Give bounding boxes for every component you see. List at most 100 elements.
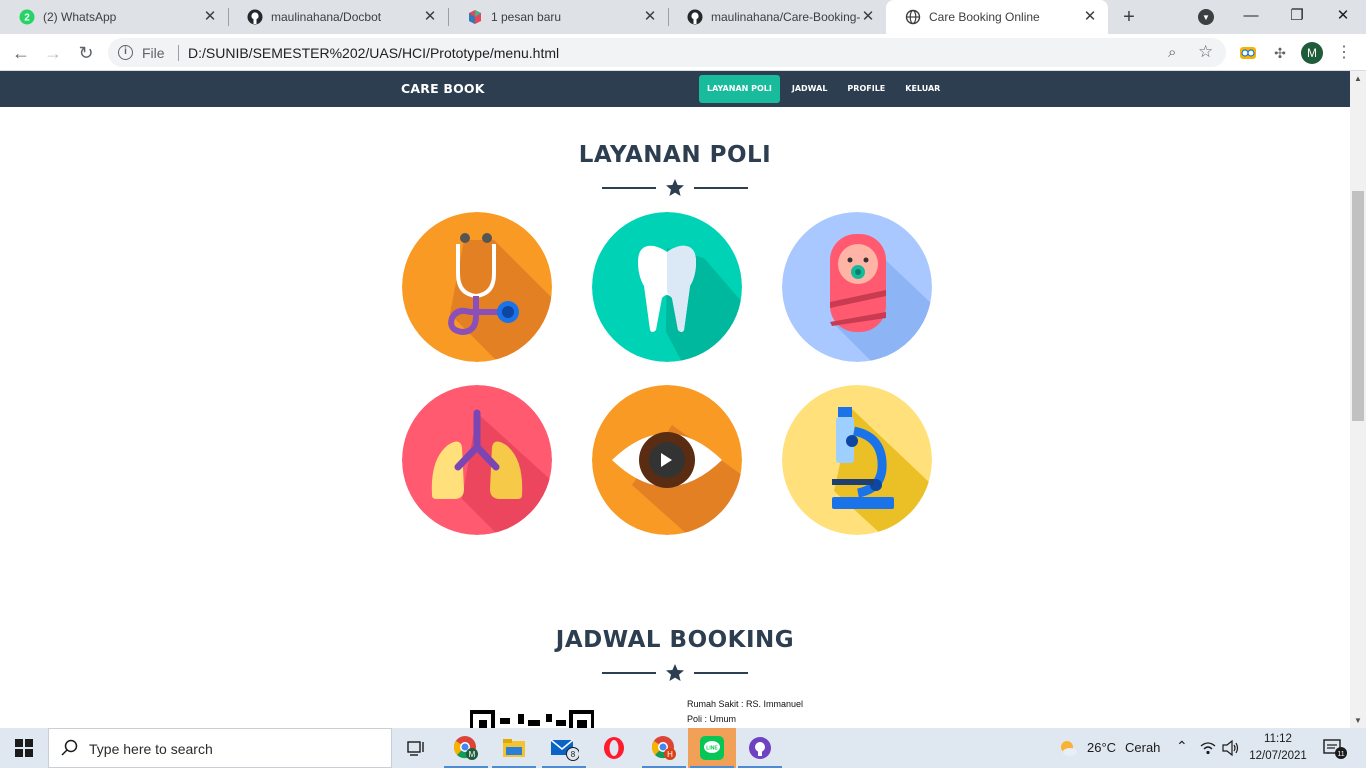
extension-eyes-icon[interactable] xyxy=(1238,43,1258,63)
reload-button[interactable]: ↻ xyxy=(74,41,98,65)
divider-line xyxy=(602,187,656,189)
chevron-up-icon[interactable]: ⌃ xyxy=(1176,738,1188,755)
lungs-icon xyxy=(402,385,552,535)
taskbar-line[interactable]: LINE xyxy=(688,728,736,768)
info-icon[interactable]: i xyxy=(118,45,133,60)
svg-text:M: M xyxy=(469,750,476,759)
svg-text:LINE: LINE xyxy=(706,746,718,752)
clock-date: 12/07/2021 xyxy=(1249,750,1307,762)
profile-avatar[interactable]: M xyxy=(1301,42,1323,64)
taskbar-github-desktop[interactable] xyxy=(736,728,784,768)
address-separator xyxy=(178,45,179,61)
taskbar-chrome-h[interactable]: H xyxy=(640,728,688,768)
minimize-button[interactable]: — xyxy=(1239,4,1263,28)
line-app-icon: LINE xyxy=(700,736,724,760)
clock-time: 11:12 xyxy=(1264,733,1292,745)
new-tab-button[interactable]: + xyxy=(1118,7,1140,29)
weather-temp[interactable]: 26°C xyxy=(1087,740,1116,755)
star-icon xyxy=(666,179,684,196)
zoom-icon[interactable]: ⌕ xyxy=(1168,44,1176,61)
booking-hospital-text: Rumah Sakit : RS. Immanuel xyxy=(687,699,804,709)
address-bar[interactable]: i File D:/SUNIB/SEMESTER%202/UAS/HCI/Pro… xyxy=(108,38,1226,67)
poli-umum-card[interactable] xyxy=(402,212,552,362)
restore-button[interactable]: ❐ xyxy=(1285,4,1309,28)
poli-lab-card[interactable] xyxy=(782,385,932,535)
taskbar-search-box[interactable]: Type here to search xyxy=(48,728,392,768)
start-button[interactable] xyxy=(0,728,48,768)
browser-toolbar: ← → ↻ i File D:/SUNIB/SEMESTER%202/UAS/H… xyxy=(0,34,1366,71)
poli-mata-card[interactable] xyxy=(592,385,742,535)
nav-layanan-poli[interactable]: LAYANAN POLI xyxy=(699,75,780,103)
opera-icon xyxy=(604,737,624,759)
page-scrollbar[interactable]: ▲ ▼ xyxy=(1350,71,1366,728)
tab-docbot[interactable]: maulinahana/Docbot ✕ xyxy=(228,0,448,34)
volume-icon[interactable] xyxy=(1222,740,1240,756)
nav-keluar[interactable]: KELUAR xyxy=(897,75,948,103)
close-icon[interactable]: ✕ xyxy=(422,9,438,25)
tab-title: Care Booking Online xyxy=(929,10,1040,24)
booking-poli-text: Poli : Umum xyxy=(687,714,737,724)
weather-condition[interactable]: Cerah xyxy=(1125,740,1160,755)
notification-icon[interactable]: 11 xyxy=(1322,738,1348,760)
back-button[interactable]: ← xyxy=(9,41,33,65)
tab-search-icon[interactable]: ▼ xyxy=(1198,9,1214,25)
taskbar-file-explorer[interactable] xyxy=(490,728,538,768)
poli-anak-card[interactable] xyxy=(782,212,932,362)
search-icon xyxy=(61,739,78,756)
divider-line xyxy=(602,672,656,674)
nav-jadwal[interactable]: JADWAL xyxy=(784,75,836,103)
close-icon[interactable]: ✕ xyxy=(642,9,658,25)
extensions-puzzle-icon[interactable]: ✣ xyxy=(1270,43,1290,63)
divider-line xyxy=(694,672,748,674)
scroll-up-arrow-icon[interactable]: ▲ xyxy=(1354,74,1362,83)
windows-taskbar: Type here to search M 8 H LINE 26°C Cera… xyxy=(0,728,1366,768)
close-icon[interactable]: ✕ xyxy=(1082,9,1098,25)
tooth-icon xyxy=(592,212,742,362)
browser-menu-icon[interactable]: ⋮ xyxy=(1333,42,1355,64)
mail-icon: 8 xyxy=(550,739,579,761)
notification-count: 11 xyxy=(1337,751,1344,758)
address-url[interactable]: D:/SUNIB/SEMESTER%202/UAS/HCI/Prototype/… xyxy=(188,45,559,61)
search-placeholder: Type here to search xyxy=(89,741,213,757)
section-divider xyxy=(602,663,748,683)
bookmark-star-icon[interactable]: ☆ xyxy=(1198,42,1213,62)
taskbar-clock[interactable]: 11:12 12/07/2021 xyxy=(1243,731,1313,765)
jadwal-booking-title: JADWAL BOOKING xyxy=(555,627,795,653)
site-brand[interactable]: CARE BOOK xyxy=(401,81,485,96)
tab-whatsapp[interactable]: 2 (2) WhatsApp ✕ xyxy=(0,0,228,34)
forward-button[interactable]: → xyxy=(41,41,65,65)
windows-logo-icon xyxy=(15,739,33,757)
baby-icon xyxy=(782,212,932,362)
task-view-icon xyxy=(407,741,424,756)
pesan-app-icon xyxy=(467,9,483,25)
weather-sun-icon[interactable] xyxy=(1058,738,1078,758)
scrollbar-thumb[interactable] xyxy=(1352,191,1364,421)
tab-care-booking-online[interactable]: Care Booking Online ✕ xyxy=(886,0,1108,34)
tab-title: (2) WhatsApp xyxy=(43,10,117,24)
tab-pesan[interactable]: 1 pesan baru ✕ xyxy=(448,0,668,34)
tab-care-booking-repo[interactable]: maulinahana/Care-Booking-O ✕ xyxy=(668,0,886,34)
wifi-icon[interactable] xyxy=(1200,740,1216,756)
taskbar-chrome-m[interactable]: M xyxy=(442,728,490,768)
site-nav-links: LAYANAN POLI JADWAL PROFILE KELUAR xyxy=(699,75,952,103)
stethoscope-icon xyxy=(402,212,552,362)
booking-qr-code xyxy=(470,710,594,728)
layanan-poli-title: LAYANAN POLI xyxy=(578,142,772,168)
folder-icon xyxy=(503,739,525,757)
scroll-down-arrow-icon[interactable]: ▼ xyxy=(1354,716,1362,725)
section-divider xyxy=(602,178,748,198)
task-view-button[interactable] xyxy=(392,728,440,768)
poli-gigi-card[interactable] xyxy=(592,212,742,362)
close-icon[interactable]: ✕ xyxy=(202,9,218,25)
close-icon[interactable]: ✕ xyxy=(860,9,876,25)
taskbar-mail[interactable]: 8 xyxy=(540,728,588,768)
poli-paru-card[interactable] xyxy=(402,385,552,535)
nav-profile[interactable]: PROFILE xyxy=(839,75,893,103)
address-scheme: File xyxy=(142,45,165,61)
close-window-button[interactable]: ✕ xyxy=(1331,4,1355,28)
divider-line xyxy=(694,187,748,189)
site-navbar: CARE BOOK LAYANAN POLI JADWAL PROFILE KE… xyxy=(0,71,1350,107)
taskbar-opera[interactable] xyxy=(590,728,638,768)
browser-tab-strip: 2 (2) WhatsApp ✕ maulinahana/Docbot ✕ 1 … xyxy=(0,0,1366,34)
whatsapp-badge: 2 xyxy=(24,13,30,24)
